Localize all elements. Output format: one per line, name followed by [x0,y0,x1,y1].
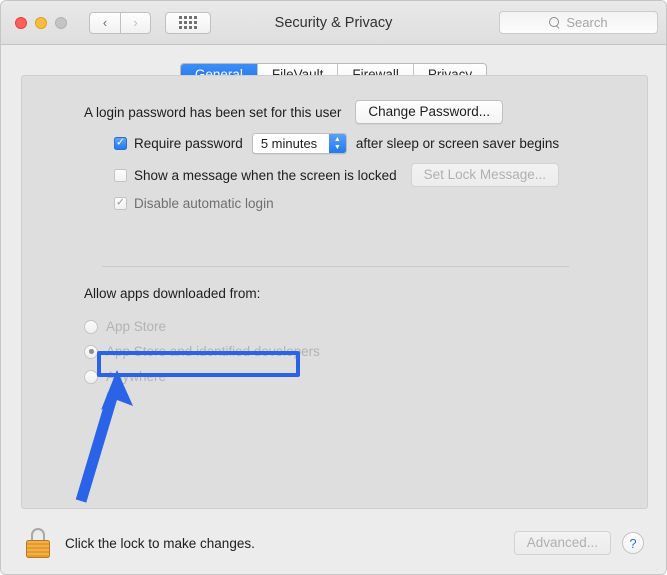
radio-anywhere-button[interactable] [84,369,98,384]
radio-anywhere-label: Anywhere [106,369,167,384]
allow-apps-title: Allow apps downloaded from: [84,286,261,301]
change-password-button[interactable]: Change Password... [355,100,503,124]
lock-icon[interactable] [25,528,51,558]
password-status-row: A login password has been set for this u… [84,100,647,124]
disable-auto-login-checkbox[interactable]: ✓ [114,197,127,210]
section-divider [102,266,569,267]
require-password-checkbox[interactable]: ✓ [114,137,127,150]
grid-icon [179,16,197,29]
navigation-buttons: ‹ › [89,11,151,34]
radio-app-store-label: App Store [106,319,167,334]
show-all-button[interactable] [165,11,211,34]
radio-app-store[interactable]: App Store [84,314,320,339]
allow-apps-section: Allow apps downloaded from: App Store Ap… [84,286,320,389]
bottom-actions: Advanced... ? [513,531,644,555]
search-icon [549,17,560,28]
password-status-label: A login password has been set for this u… [84,104,342,120]
radio-app-store-identified-developers[interactable]: App Store and identified developers [84,339,320,364]
disable-auto-login-label: Disable automatic login [134,196,274,211]
search-input[interactable]: Search [499,11,658,34]
show-lock-message-row: Show a message when the screen is locked… [114,163,647,187]
security-privacy-window: ‹ › Security & Privacy Search General Fi… [0,0,667,575]
window-titlebar: ‹ › Security & Privacy Search [1,1,666,45]
set-lock-message-button[interactable]: Set Lock Message... [410,163,559,187]
require-password-label: Require password [134,136,243,151]
search-placeholder: Search [566,15,608,30]
stepper-arrows-icon[interactable]: ▲ ▼ [328,134,346,153]
show-lock-message-checkbox[interactable] [114,168,127,182]
login-password-section: A login password has been set for this u… [22,76,647,211]
close-button[interactable] [15,16,27,29]
general-settings-panel: A login password has been set for this u… [21,75,648,509]
bottom-bar: Click the lock to make changes. Advanced… [1,512,666,574]
minimize-button[interactable] [35,16,47,29]
radio-app-store-button[interactable] [84,319,98,334]
traffic-lights [15,16,67,29]
lock-hint-label: Click the lock to make changes. [65,535,255,551]
back-button[interactable]: ‹ [89,11,120,34]
radio-app-store-identified-developers-label: App Store and identified developers [106,344,320,359]
help-button[interactable]: ? [622,532,644,554]
require-password-delay-value: 5 minutes [260,136,318,151]
zoom-button[interactable] [55,16,67,29]
require-password-row: ✓ Require password 5 minutes ▲ ▼ after sl… [114,133,647,154]
require-password-delay-select[interactable]: 5 minutes ▲ ▼ [251,133,347,154]
forward-button[interactable]: › [120,11,151,34]
radio-anywhere[interactable]: Anywhere [84,364,320,389]
advanced-button[interactable]: Advanced... [513,531,611,555]
radio-app-store-identified-developers-button[interactable] [84,344,98,359]
show-lock-message-label: Show a message when the screen is locked [134,167,397,183]
disable-auto-login-row: ✓ Disable automatic login [114,196,647,211]
require-password-suffix: after sleep or screen saver begins [355,136,560,151]
